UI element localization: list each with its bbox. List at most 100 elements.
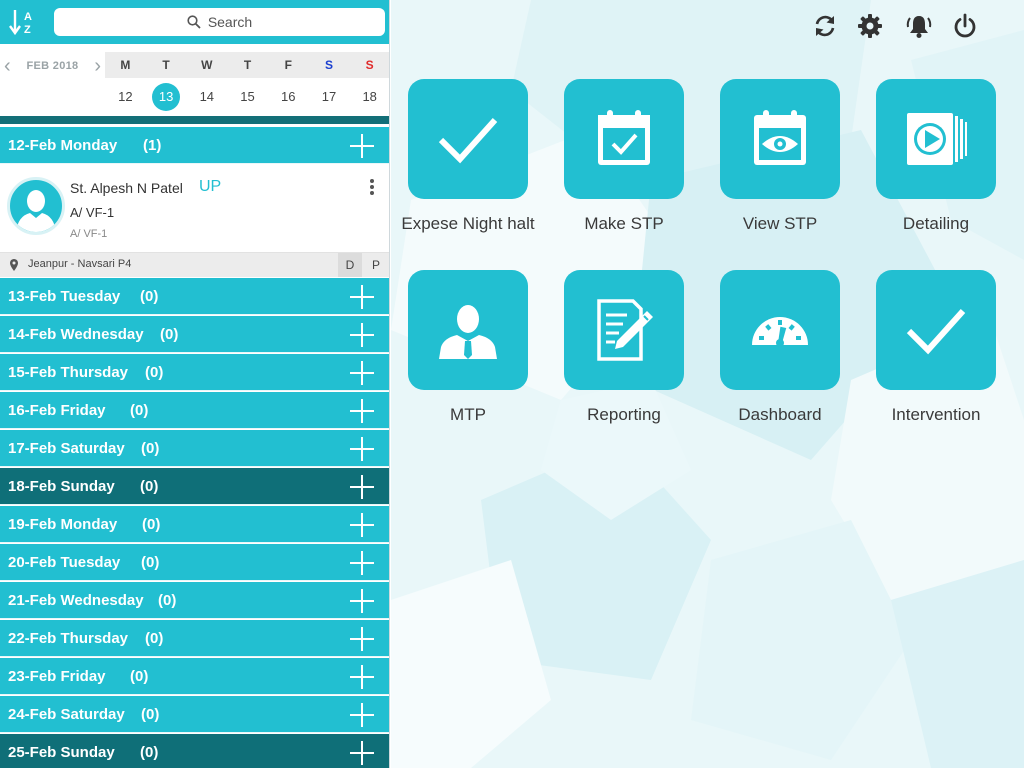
day-row[interactable]: 16-Feb Friday (0)	[0, 392, 389, 429]
add-icon[interactable]	[350, 551, 374, 575]
doctor-name: St. Alpesh N Patel	[70, 180, 183, 196]
tile-mtp[interactable]: MTP	[398, 270, 538, 425]
calendar-eye-icon	[754, 110, 806, 165]
day-row[interactable]: 21-Feb Wednesday (0)	[0, 582, 389, 619]
day-count: (0)	[145, 629, 164, 647]
calendar-date-label: 12	[118, 89, 133, 104]
day-count: (0)	[145, 363, 164, 381]
add-icon[interactable]	[350, 741, 374, 765]
visit-card[interactable]: St. Alpesh N Patel UP A/ VF-1 A/ VF-1	[0, 164, 389, 253]
day-row[interactable]: 17-Feb Saturday (0)	[0, 430, 389, 467]
day-label: 21-Feb Wednesday	[8, 591, 144, 609]
tile-expense-night-halt[interactable]: Expese Night halt	[398, 79, 538, 234]
sort-az-button[interactable]: A Z	[8, 7, 40, 37]
day-label: 18-Feb Sunday	[8, 477, 115, 495]
day-row[interactable]: 25-Feb Sunday (0)	[0, 734, 389, 768]
day-row[interactable]: 18-Feb Sunday (0)	[0, 468, 389, 505]
calendar-date[interactable]: 16	[268, 78, 309, 116]
tile-button[interactable]	[876, 79, 996, 199]
chevron-left-icon[interactable]: ‹	[4, 56, 11, 76]
left-panel: A Z Search ‹ FEB 2018 › M T W T F S S 12 13 14 15…	[0, 0, 390, 768]
day-count: (0)	[141, 553, 160, 571]
tile-dashboard[interactable]: Dashboard	[710, 270, 850, 425]
location-text: Jeanpur - Navsari P4	[28, 258, 132, 270]
day-label: 13-Feb Tuesday	[8, 287, 121, 305]
day-row[interactable]: 22-Feb Thursday (0)	[0, 620, 389, 657]
day-count: (0)	[141, 439, 160, 457]
refresh-icon[interactable]	[811, 12, 839, 40]
calendar-date[interactable]: 15	[227, 78, 268, 116]
check-icon	[438, 117, 498, 164]
day-row[interactable]: 20-Feb Tuesday (0)	[0, 544, 389, 581]
add-icon[interactable]	[350, 513, 374, 537]
day-row[interactable]: 14-Feb Wednesday (0)	[0, 316, 389, 353]
tile-button[interactable]	[408, 79, 528, 199]
add-icon[interactable]	[350, 285, 374, 309]
tile-make-stp[interactable]: Make STP	[554, 79, 694, 234]
add-icon[interactable]	[350, 475, 374, 499]
avatar	[7, 177, 65, 235]
tile-button[interactable]	[564, 79, 684, 199]
add-icon[interactable]	[350, 361, 374, 385]
add-icon[interactable]	[350, 703, 374, 727]
calendar-date[interactable]: 14	[186, 78, 227, 116]
svg-text:A: A	[24, 11, 32, 23]
weekday-label: S	[324, 58, 333, 72]
day-row[interactable]: 23-Feb Friday (0)	[0, 658, 389, 695]
day-row[interactable]: 13-Feb Tuesday (0)	[0, 278, 389, 315]
tile-reporting[interactable]: Reporting	[554, 270, 694, 425]
weekday-header: MTWTFSS	[105, 52, 389, 78]
tile-view-stp[interactable]: View STP	[710, 79, 850, 234]
date-row: 12 13 14 15 16 17 18	[105, 78, 389, 116]
calendar-date[interactable]: 12	[105, 78, 146, 116]
svg-text:Z: Z	[24, 24, 31, 36]
tile-button[interactable]	[408, 270, 528, 390]
chevron-right-icon[interactable]: ›	[94, 56, 101, 76]
add-icon[interactable]	[350, 627, 374, 651]
weekday-label: S	[365, 58, 374, 72]
day-row[interactable]: 15-Feb Thursday (0)	[0, 354, 389, 391]
add-icon[interactable]	[350, 437, 374, 461]
add-icon[interactable]	[350, 399, 374, 423]
tile-label: Reporting	[587, 405, 661, 424]
calendar-date-label: 17	[321, 89, 337, 104]
add-icon[interactable]	[350, 589, 374, 613]
day-row[interactable]: 19-Feb Monday (0)	[0, 506, 389, 543]
tile-label: MTP	[450, 405, 486, 424]
doctor-area: A/ VF-1	[70, 205, 115, 220]
location-pin-icon	[10, 259, 18, 271]
day-row[interactable]: 24-Feb Saturday (0)	[0, 696, 389, 733]
day-row[interactable]: 12-Feb Monday (1)	[0, 127, 389, 164]
tile-intervention[interactable]: Intervention	[866, 270, 1006, 425]
location-bar: Jeanpur - Navsari P4 D P	[0, 253, 389, 277]
calendar-date[interactable]: 18	[349, 78, 389, 116]
gauge-icon	[752, 317, 808, 347]
calendar-date[interactable]: 17	[309, 78, 350, 116]
day-label: 14-Feb Wednesday	[8, 325, 144, 343]
tile-button[interactable]	[564, 270, 684, 390]
weekday-label: M	[120, 58, 131, 72]
power-icon[interactable]	[951, 12, 979, 40]
search-placeholder: Search	[207, 14, 253, 30]
add-icon[interactable]	[350, 323, 374, 347]
column-d[interactable]: D	[338, 253, 362, 277]
day-count: (0)	[140, 287, 159, 305]
search-input[interactable]: Search	[54, 8, 385, 36]
tile-button[interactable]	[720, 270, 840, 390]
tile-button[interactable]	[720, 79, 840, 199]
month-label: FEB 2018	[26, 60, 79, 72]
play-slides-icon	[907, 113, 967, 165]
add-icon[interactable]	[350, 665, 374, 689]
calendar-date[interactable]: 13	[146, 78, 187, 116]
tile-detailing[interactable]: Detailing	[866, 79, 1006, 234]
day-count: (1)	[143, 136, 162, 154]
tile-button[interactable]	[876, 270, 996, 390]
person-icon	[439, 305, 497, 359]
gear-icon[interactable]	[856, 12, 884, 40]
more-vertical-icon[interactable]	[368, 178, 376, 196]
day-count: (0)	[130, 667, 149, 685]
column-p[interactable]: P	[364, 253, 388, 277]
report-edit-icon	[597, 299, 653, 361]
add-icon[interactable]	[350, 134, 374, 158]
bell-icon[interactable]	[905, 12, 933, 40]
